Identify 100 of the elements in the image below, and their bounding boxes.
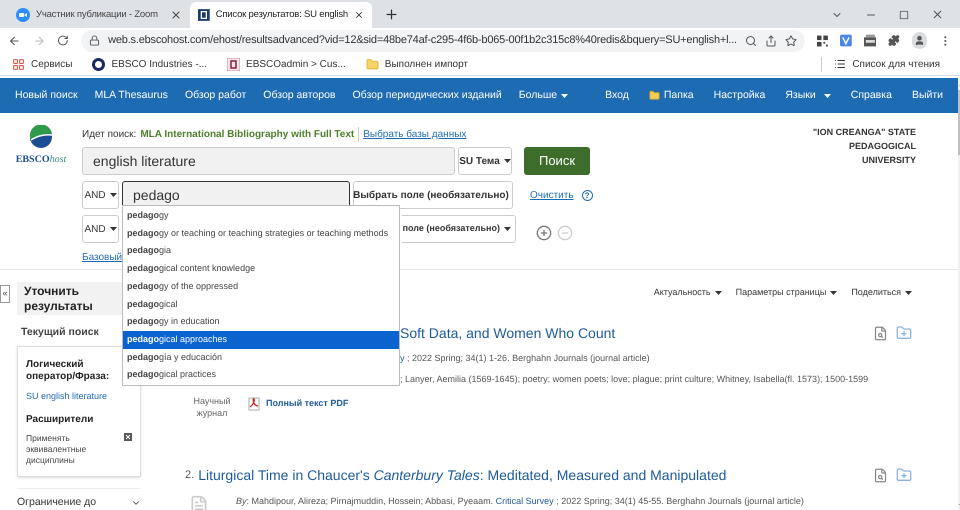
result-title-link[interactable]: Liturgical Time in Chaucer's Canterbury Tales: Meditated, Measured and Manipulated (198, 464, 726, 486)
institution-name: "ION CREANGA" STATE (812, 126, 916, 139)
toolbar-menu[interactable]: Параметры страницы (736, 286, 838, 300)
field-select[interactable]: поле (необязательно) (402, 215, 516, 243)
caret-icon (504, 159, 511, 163)
folder-icon (366, 58, 379, 70)
basic-search-link[interactable]: Базовый (82, 250, 122, 265)
clear-link[interactable]: Очистить (530, 188, 574, 202)
bookmark-star-icon[interactable] (784, 34, 797, 46)
operator-select[interactable]: AND (82, 215, 119, 243)
bookmark[interactable]: EBSCO Industries -... (92, 56, 208, 72)
journal-link[interactable]: y (400, 352, 404, 362)
apps-icon (12, 58, 25, 70)
nav-link[interactable]: Настройка (714, 88, 766, 104)
nav-link[interactable]: Больше (518, 88, 568, 104)
preview-icon[interactable] (873, 468, 888, 482)
field-select[interactable]: SU Тема (458, 147, 512, 175)
reading-list-button[interactable]: Список для чтения (821, 56, 940, 72)
suggestion-item[interactable]: pedagogical practices (123, 366, 399, 384)
share-icon[interactable] (764, 34, 777, 46)
nav-link[interactable]: Языки (785, 88, 831, 104)
ebsco-wordmark-logo: EBSCOhost (16, 153, 66, 167)
expanders-heading: Расширители (26, 413, 94, 428)
video-camera-icon (16, 8, 30, 22)
result-source: By: Mahdipour, Alireza; Pirnajmuddin, Hossein; Abbasi, Pyeaam. Critical Survey ; 2022 Spring; 34(1) 45-55. Berghahn Journals (journal article) (236, 494, 804, 508)
expander-item: Применять эквивалентные дисциплины (26, 433, 88, 466)
caret-icon (714, 290, 722, 295)
current-search-heading: Текущий поиск (20, 325, 100, 340)
extension-icon[interactable] (864, 34, 876, 47)
extension-icon[interactable] (840, 34, 852, 47)
extensions-icon[interactable] (888, 34, 900, 47)
nav-link[interactable]: Вход (605, 88, 629, 104)
search-button[interactable]: Поиск (524, 147, 590, 175)
caret-icon (824, 94, 831, 98)
address-bar[interactable]: web.s.ebscohost.com/ehost/resultsadvanced?vid=12&sid=48be74af-c295-4f6b-b065-00f1b2c315c8%40redis&bquery=SU+english+l... (81, 30, 805, 52)
remove-icon[interactable] (124, 433, 132, 442)
profile-avatar[interactable] (912, 32, 928, 49)
browser-tab[interactable]: Участник публикации - Zoom (8, 2, 190, 28)
search-term-link[interactable]: SU english literature (26, 390, 132, 404)
suggestion-item[interactable]: pedagogy (123, 207, 399, 225)
nav-link[interactable]: Обзор работ (184, 88, 246, 104)
nav-link[interactable]: Папка (648, 88, 694, 104)
document-icon (189, 494, 209, 510)
ebsco-logo (28, 125, 54, 149)
folder-icon (648, 90, 660, 101)
suggestion-item[interactable]: pedagogia (123, 242, 399, 260)
suggestion-item[interactable]: pedagogical approaches (123, 330, 399, 348)
ring-icon (92, 58, 106, 70)
suggestion-item[interactable]: pedagogy in education (123, 313, 399, 331)
collapse-sidebar-button[interactable]: « (0, 285, 10, 303)
result-source: y ; 2022 Spring; 34(1) 1-26. Berghahn Journals (journal article) (400, 352, 650, 365)
journal-link[interactable]: Critical Survey (496, 496, 554, 506)
bookmark[interactable]: EBSCOadmin > Cus... (227, 56, 346, 72)
database-name: MLA International Bibliography with Full Text (140, 128, 354, 142)
user-icon (914, 35, 926, 46)
nav-link[interactable]: Справка (850, 88, 892, 104)
result-title-link[interactable]: Soft Data, and Women Who Count (400, 322, 616, 344)
nav-link[interactable]: Новый поиск (15, 88, 78, 104)
restore-icon[interactable] (899, 10, 909, 20)
add-row-icon[interactable] (536, 225, 552, 241)
nav-link[interactable]: Выйти (912, 88, 944, 104)
suggestion-item[interactable]: pedagogy or teaching or teaching strategies or teaching methods (123, 224, 399, 242)
caret-icon (504, 227, 511, 231)
qr-code-icon[interactable] (816, 34, 828, 46)
new-tab-icon[interactable] (384, 7, 399, 22)
institution-name: PEDAGOGICAL (849, 140, 916, 153)
preview-icon[interactable] (873, 326, 888, 340)
lock-icon (89, 35, 100, 46)
caret-icon (110, 193, 117, 197)
nav-link[interactable]: Обзор периодических изданий (352, 88, 502, 104)
help-icon[interactable]: ? (582, 190, 593, 200)
caret-icon (905, 290, 912, 295)
toolbar-menu[interactable]: Актуальность (654, 286, 722, 300)
toolbar-menu[interactable]: Поделиться (851, 286, 912, 300)
site-icon (227, 58, 240, 70)
close-icon[interactable] (170, 9, 182, 21)
searching-label: Идет поиск: (82, 128, 136, 142)
publication-type: Научный журнал (192, 394, 232, 418)
pdf-link[interactable]: Полный текст PDF (248, 396, 348, 410)
caret-icon (110, 227, 117, 231)
zoom-icon[interactable] (744, 34, 757, 46)
suggestion-item[interactable]: pedagogical content knowledge (123, 260, 399, 278)
search-field[interactable]: english literature (82, 147, 455, 175)
result-number: 2. (185, 468, 194, 483)
reload-icon[interactable] (57, 34, 70, 47)
suggestion-item[interactable]: pedagogía y educación (123, 348, 399, 366)
close-icon[interactable] (354, 9, 364, 21)
nav-link[interactable]: MLA Thesaurus (94, 88, 168, 104)
operator-select[interactable]: AND (82, 181, 119, 209)
institution-name: UNIVERSITY (862, 154, 916, 167)
browser-tab[interactable]: Список результатов: SU english (190, 2, 372, 28)
nav-link[interactable]: Обзор авторов (263, 88, 336, 104)
result-subjects: ; Lanyer, Aemilia (1569-1645); poetry; women poets; love; plague; print culture; Whitney, Isabella(fl. 1573); 1500-1599 (400, 373, 868, 386)
bookmark[interactable]: Сервисы (12, 56, 72, 72)
site-icon (198, 8, 210, 22)
choose-databases-link[interactable]: Выбрать базы данных (358, 127, 466, 142)
pdf-icon (248, 396, 260, 410)
caret-icon (830, 290, 838, 295)
bookmark[interactable]: Выполнен импорт (366, 56, 468, 72)
limit-heading[interactable]: Ограничение до (17, 495, 96, 510)
